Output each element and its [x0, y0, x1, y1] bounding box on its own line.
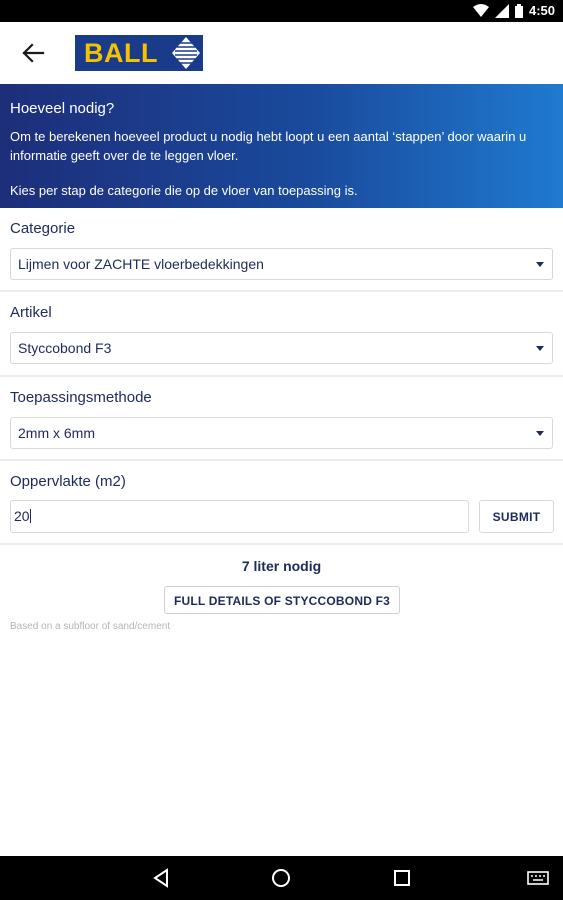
- status-icons: 4:50: [472, 3, 555, 18]
- full-details-button[interactable]: FULL DETAILS OF STYCCOBOND F3: [164, 586, 400, 614]
- dropdown-arrow-icon: [536, 262, 544, 267]
- logo-text: BALL: [84, 38, 158, 68]
- divider: [0, 459, 563, 461]
- oppervlakte-input[interactable]: 20: [10, 500, 469, 533]
- divider: [0, 375, 563, 377]
- intro-banner: Hoeveel nodig? Om te berekenen hoeveel p…: [0, 84, 563, 208]
- artikel-select[interactable]: Styccobond F3: [10, 332, 553, 364]
- ball-logo: BALL: [75, 35, 203, 71]
- wifi-icon: [472, 3, 489, 17]
- oppervlakte-value: 20: [14, 508, 30, 524]
- nav-recents-icon[interactable]: [393, 868, 411, 888]
- logo-diamond-icon: [172, 37, 200, 69]
- categorie-select[interactable]: Lijmen voor ZACHTE vloerbedekkingen: [10, 248, 553, 280]
- submit-label: SUBMIT: [492, 510, 541, 524]
- intro-paragraph: Om te berekenen hoeveel product u nodig …: [10, 129, 527, 163]
- oppervlakte-label: Oppervlakte (m2): [10, 473, 126, 490]
- categorie-label: Categorie: [10, 220, 76, 237]
- text-cursor: [29, 509, 31, 523]
- signal-icon: [494, 3, 509, 18]
- status-bar: 4:50: [0, 0, 563, 22]
- intro-title: Hoeveel nodig?: [10, 100, 115, 117]
- artikel-value: Styccobond F3: [18, 340, 112, 356]
- dropdown-arrow-icon: [536, 431, 544, 436]
- artikel-label: Artikel: [10, 304, 52, 321]
- full-details-label: FULL DETAILS OF STYCCOBOND F3: [173, 594, 391, 608]
- methode-select[interactable]: 2mm x 6mm: [10, 417, 553, 449]
- dropdown-arrow-icon: [536, 346, 544, 351]
- divider: [0, 290, 563, 292]
- subfloor-note: Based on a subfloor of sand/cement: [10, 621, 171, 632]
- methode-value: 2mm x 6mm: [18, 425, 95, 441]
- nav-home-icon[interactable]: [271, 868, 291, 888]
- intro-instruction: Kies per stap de categorie die op de vlo…: [10, 183, 358, 198]
- result-text: 7 liter nodig: [241, 558, 322, 574]
- app-bar: BALL: [0, 22, 563, 84]
- methode-label: Toepassingsmethode: [10, 389, 152, 406]
- submit-button[interactable]: SUBMIT: [479, 500, 554, 533]
- divider: [0, 543, 563, 545]
- categorie-value: Lijmen voor ZACHTE vloerbedekkingen: [18, 256, 264, 272]
- battery-icon: [514, 3, 523, 18]
- nav-back-icon[interactable]: [152, 868, 170, 888]
- status-time: 4:50: [528, 3, 555, 18]
- keyboard-icon[interactable]: [527, 871, 549, 885]
- back-arrow-icon[interactable]: [20, 42, 48, 64]
- navigation-bar: [0, 856, 563, 900]
